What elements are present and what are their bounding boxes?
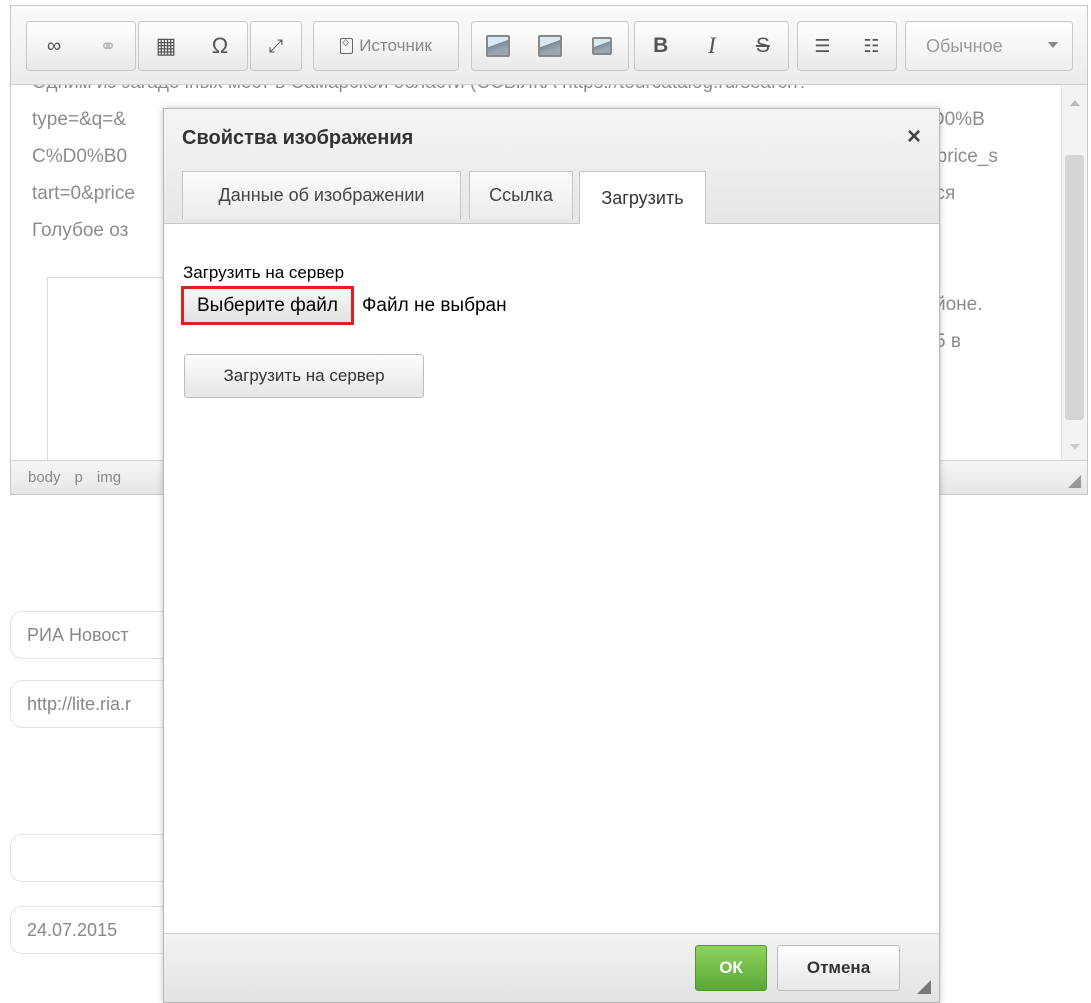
- dialog-title: Свойства изображения: [182, 127, 414, 149]
- ok-button[interactable]: ОК: [695, 945, 767, 991]
- source-icon: [340, 37, 354, 54]
- resize-grip-icon[interactable]: [917, 980, 931, 994]
- tab-upload[interactable]: Загрузить: [579, 171, 706, 224]
- table-icon[interactable]: ▦: [139, 22, 193, 70]
- image-small-icon[interactable]: [576, 22, 628, 70]
- strike-icon[interactable]: S: [738, 22, 788, 70]
- file-status: Файл не выбран: [361, 294, 507, 316]
- image-properties-dialog: Свойства изображения × Данные об изображ…: [163, 108, 940, 1003]
- insert-group: ▦ Ω: [138, 21, 248, 71]
- close-icon[interactable]: ×: [907, 123, 921, 151]
- format-group: B I S: [634, 21, 789, 71]
- italic-icon[interactable]: I: [686, 22, 737, 70]
- content-line: C%D0%B0: [32, 146, 128, 167]
- tab-image-info[interactable]: Данные об изображении: [182, 171, 461, 219]
- scroll-down-icon[interactable]: [1070, 444, 1080, 450]
- maximize-icon[interactable]: ⤢: [251, 22, 301, 70]
- image-group: [471, 21, 629, 71]
- link-icon[interactable]: ∞: [27, 22, 81, 70]
- dialog-header: Свойства изображения × Данные об изображ…: [164, 109, 939, 224]
- resize-grip-icon[interactable]: [1068, 475, 1081, 488]
- format-style-select[interactable]: Обычное: [905, 21, 1073, 71]
- bold-icon[interactable]: B: [635, 22, 686, 70]
- dialog-footer: ОК Отмена: [164, 933, 939, 1002]
- content-line: tart=0&price: [32, 183, 135, 204]
- path-body[interactable]: body: [28, 469, 61, 486]
- source-label: Источник: [359, 36, 432, 55]
- content-line: йоне.: [935, 294, 983, 315]
- content-line: Голубое оз: [32, 220, 129, 241]
- maximize-group: ⤢: [250, 21, 302, 71]
- image-icon[interactable]: [472, 22, 524, 70]
- upload-label: Загрузить на сервер: [183, 263, 345, 282]
- style-select-value: Обычное: [926, 35, 1003, 56]
- special-char-icon[interactable]: Ω: [193, 22, 247, 70]
- cancel-button[interactable]: Отмена: [777, 945, 900, 991]
- content-line: Одним из загадочных мест в Самарской обл…: [32, 85, 808, 101]
- list-group: ☰ ☷: [797, 21, 897, 71]
- link-group: ∞ ⚭: [26, 21, 136, 71]
- bullet-list-icon[interactable]: ☷: [847, 22, 896, 70]
- dialog-body: Загрузить на сервер Выберите файл Файл н…: [164, 223, 939, 934]
- upload-to-server-button[interactable]: Загрузить на сервер: [184, 354, 424, 398]
- path-p[interactable]: p: [75, 469, 83, 486]
- editor-toolbar: ∞ ⚭ ▦ Ω ⤢ Источник B I S ☰ ☷: [11, 6, 1087, 85]
- source-button[interactable]: Источник: [314, 22, 458, 70]
- path-img[interactable]: img: [97, 469, 121, 486]
- tab-link[interactable]: Ссылка: [469, 171, 573, 219]
- scroll-thumb[interactable]: [1065, 155, 1084, 420]
- source-group: Источник: [313, 21, 459, 71]
- choose-file-button[interactable]: Выберите файл: [181, 286, 354, 325]
- scroll-up-icon[interactable]: [1070, 100, 1080, 106]
- unlink-icon[interactable]: ⚭: [81, 22, 135, 70]
- image-alt-icon[interactable]: [524, 22, 576, 70]
- content-line: type=&q=&: [32, 109, 127, 130]
- editor-scrollbar[interactable]: [1061, 85, 1087, 460]
- file-input: Выберите файл Файл не выбран: [181, 286, 507, 325]
- chevron-down-icon: [1048, 42, 1058, 48]
- numbered-list-icon[interactable]: ☰: [798, 22, 847, 70]
